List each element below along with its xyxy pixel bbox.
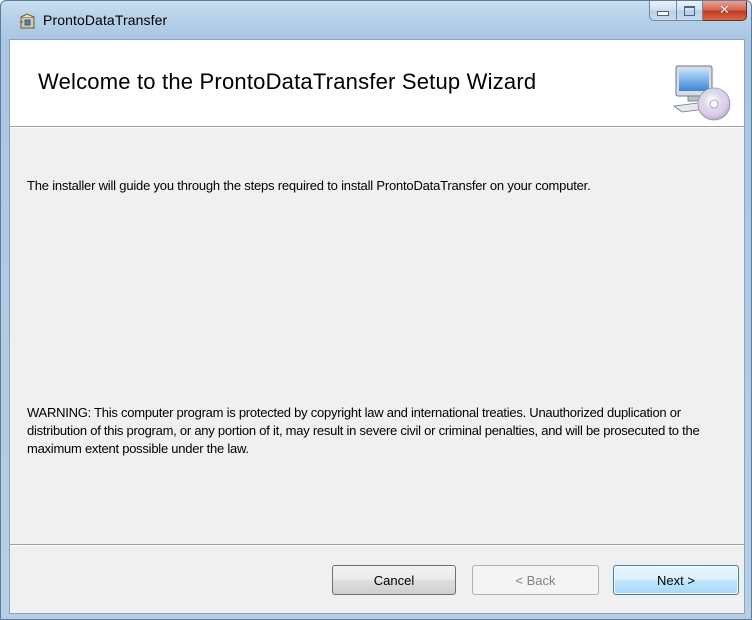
maximize-icon bbox=[684, 5, 695, 16]
wizard-banner: Welcome to the ProntoDataTransfer Setup … bbox=[10, 40, 744, 127]
installer-box-icon bbox=[20, 13, 35, 29]
next-button[interactable]: Next > bbox=[613, 565, 739, 595]
banner-divider bbox=[10, 127, 744, 128]
close-icon: ✕ bbox=[719, 3, 730, 18]
footer-separator-highlight bbox=[10, 545, 744, 546]
wizard-client-area: Welcome to the ProntoDataTransfer Setup … bbox=[9, 39, 745, 614]
minimize-icon bbox=[657, 11, 669, 16]
window-title: ProntoDataTransfer bbox=[43, 12, 168, 28]
cancel-button[interactable]: Cancel bbox=[332, 565, 456, 595]
copyright-warning-text: WARNING: This computer program is protec… bbox=[27, 405, 700, 456]
page-title: Welcome to the ProntoDataTransfer Setup … bbox=[38, 69, 537, 94]
close-button[interactable]: ✕ bbox=[703, 1, 747, 21]
title-bar[interactable]: ProntoDataTransfer ✕ bbox=[1, 1, 751, 39]
minimize-button[interactable] bbox=[649, 1, 677, 21]
caption-buttons: ✕ bbox=[649, 1, 747, 23]
back-button[interactable]: < Back bbox=[472, 565, 599, 595]
intro-text: The installer will guide you through the… bbox=[27, 178, 591, 193]
computer-cd-icon bbox=[672, 65, 731, 121]
maximize-button[interactable] bbox=[677, 1, 703, 21]
installer-window: ProntoDataTransfer ✕ Welcome to the Pron… bbox=[0, 0, 752, 620]
